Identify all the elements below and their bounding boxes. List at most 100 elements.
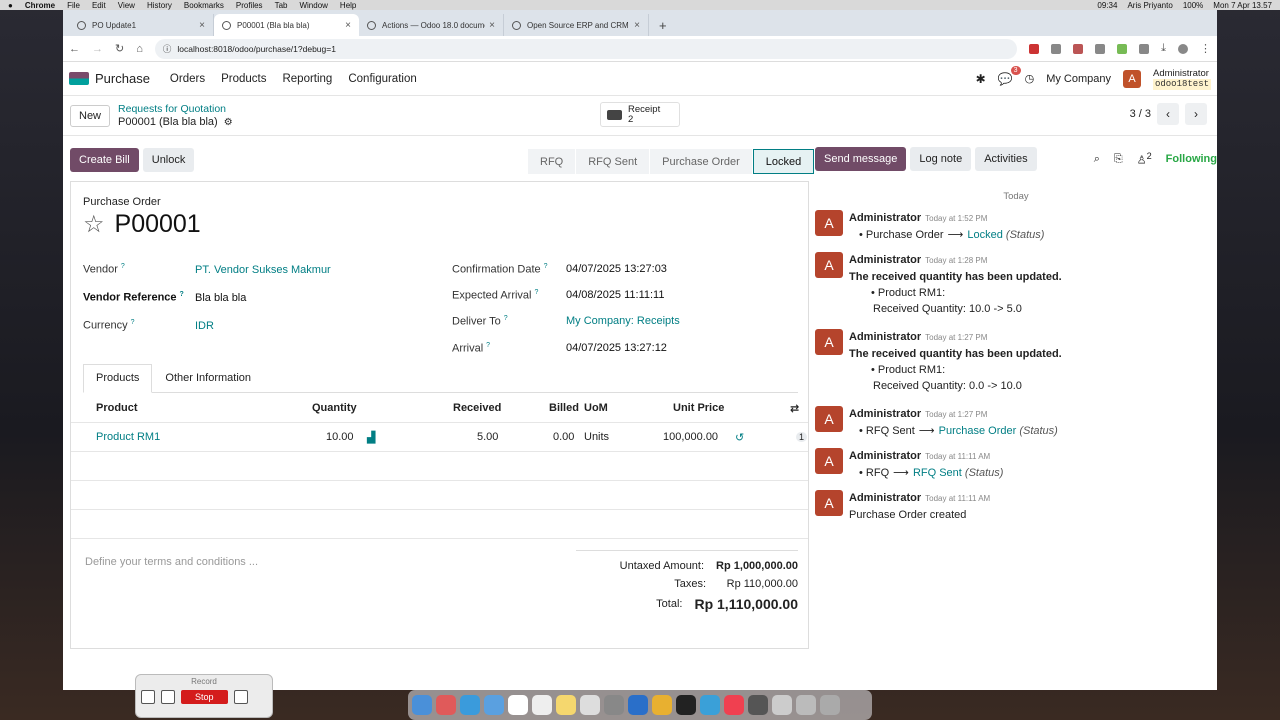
window-icon[interactable]	[161, 690, 175, 704]
forward-icon[interactable]: →	[92, 43, 103, 55]
breadcrumb-parent-link[interactable]: Requests for Quotation	[118, 103, 233, 116]
menu-orders[interactable]: Orders	[170, 73, 205, 85]
message-avatar[interactable]: A	[815, 490, 843, 516]
select-area-icon[interactable]	[141, 690, 155, 704]
pager-prev-icon[interactable]: ‹	[1157, 103, 1179, 125]
app-name[interactable]: Purchase	[95, 71, 150, 86]
unlock-button[interactable]: Unlock	[142, 148, 195, 172]
music-icon[interactable]	[724, 695, 744, 715]
new-button[interactable]: New	[70, 104, 111, 127]
help-icon[interactable]: ?	[534, 289, 538, 296]
notes-icon[interactable]	[556, 695, 576, 715]
line-unit-price[interactable]: 100,000.00	[663, 431, 718, 443]
col-uom[interactable]: UoM	[584, 402, 608, 414]
search-icon[interactable]: ⌕	[1094, 153, 1100, 166]
message-avatar[interactable]: A	[815, 329, 843, 355]
clock-icon[interactable]: ◷	[1025, 72, 1035, 85]
vscode-icon[interactable]	[628, 695, 648, 715]
menu-reporting[interactable]: Reporting	[282, 73, 332, 85]
message-author[interactable]: Administrator	[849, 492, 921, 504]
vendor-field[interactable]: PT. Vendor Sukses Makmur	[195, 264, 331, 276]
tab-products[interactable]: Products	[83, 364, 153, 393]
finder-icon[interactable]	[412, 695, 432, 715]
help-icon[interactable]: ?	[486, 342, 490, 349]
col-unit-price[interactable]: Unit Price	[673, 402, 724, 414]
help-icon[interactable]: ?	[544, 263, 548, 270]
help-icon[interactable]: ?	[131, 319, 135, 326]
reminders-icon[interactable]	[532, 695, 552, 715]
menu-products[interactable]: Products	[221, 73, 266, 85]
extension-icon[interactable]	[1029, 43, 1040, 54]
menu-profiles[interactable]: Profiles	[236, 1, 263, 10]
message-avatar[interactable]: A	[815, 448, 843, 474]
browser-tab[interactable]: PO Update1 ×	[69, 14, 214, 36]
vendor-reference-field[interactable]: Bla bla bla	[195, 292, 246, 304]
puzzle-icon[interactable]	[1139, 43, 1150, 54]
line-quantity[interactable]: 10.00	[326, 431, 354, 443]
optional-columns-icon[interactable]: ⇄	[790, 402, 799, 415]
menubar-user[interactable]: Aris Priyanto	[1127, 1, 1172, 10]
deliver-to-field[interactable]: My Company: Receipts	[566, 315, 680, 327]
currency-field[interactable]: IDR	[195, 320, 214, 332]
close-icon[interactable]: ×	[345, 20, 351, 31]
paperclip-icon[interactable]: ⎘	[1114, 153, 1123, 166]
help-icon[interactable]: ?	[504, 315, 508, 322]
app-icon[interactable]	[748, 695, 768, 715]
line-billed[interactable]: 0.00	[553, 431, 574, 443]
apple-icon[interactable]: ●	[8, 1, 13, 10]
menu-file[interactable]: File	[67, 1, 80, 10]
menu-edit[interactable]: Edit	[92, 1, 106, 10]
status-locked[interactable]: Locked	[752, 149, 815, 174]
receipt-smart-button[interactable]: Receipt 2	[600, 102, 680, 127]
following-button[interactable]: Following	[1166, 153, 1217, 165]
safari-icon[interactable]	[460, 695, 480, 715]
menu-window[interactable]: Window	[299, 1, 327, 10]
message-author[interactable]: Administrator	[849, 408, 921, 420]
site-info-icon[interactable]: ⓘ	[163, 43, 172, 55]
message-author[interactable]: Administrator	[849, 212, 921, 224]
menubar-app[interactable]: Chrome	[25, 1, 55, 10]
pause-icon[interactable]	[233, 690, 248, 704]
activities-button[interactable]: Activities	[975, 147, 1037, 171]
log-note-button[interactable]: Log note	[910, 147, 972, 171]
company-switcher[interactable]: My Company	[1046, 73, 1111, 85]
url-field[interactable]: ⓘ localhost:8018/odoo/purchase/1?debug=1	[154, 38, 1018, 59]
close-icon[interactable]: ×	[489, 20, 495, 31]
message-avatar[interactable]: A	[815, 252, 843, 278]
menu-configuration[interactable]: Configuration	[348, 73, 416, 85]
menu-view[interactable]: View	[118, 1, 135, 10]
browser-tab[interactable]: Open Source ERP and CRM | ×	[504, 14, 649, 36]
messaging-icon[interactable]: 💬 3	[998, 65, 1021, 86]
menu-bookmarks[interactable]: Bookmarks	[184, 1, 224, 10]
launchpad-icon[interactable]	[436, 695, 456, 715]
profile-icon[interactable]	[1178, 43, 1188, 54]
docker-icon[interactable]	[700, 695, 720, 715]
back-icon[interactable]: ←	[69, 43, 80, 55]
message-avatar[interactable]: A	[815, 210, 843, 236]
preview-icon[interactable]	[772, 695, 792, 715]
calendar-icon[interactable]	[508, 695, 528, 715]
menu-history[interactable]: History	[147, 1, 172, 10]
pager-value[interactable]: 3 / 3	[1130, 108, 1151, 120]
pager-next-icon[interactable]: ›	[1185, 103, 1207, 125]
freeform-icon[interactable]	[580, 695, 600, 715]
reload-icon[interactable]: ↻	[115, 42, 124, 55]
user-avatar[interactable]: A	[1122, 69, 1141, 88]
close-icon[interactable]: ×	[199, 20, 205, 31]
stop-button[interactable]: Stop	[181, 690, 228, 704]
user-menu[interactable]: Administrator odoo18test	[1152, 68, 1211, 90]
table-row[interactable]: Product RM1 10.00 ▟ 5.00 0.00 Units 100,…	[71, 423, 808, 452]
extension-icon[interactable]	[1051, 43, 1062, 54]
line-product[interactable]: Product RM1	[96, 431, 160, 443]
download-icon[interactable]: ⤓	[1161, 42, 1166, 55]
history-icon[interactable]: ↺	[735, 431, 744, 444]
message-avatar[interactable]: A	[815, 406, 843, 432]
status-rfq-sent[interactable]: RFQ Sent	[576, 149, 651, 174]
line-received[interactable]: 5.00	[477, 431, 498, 443]
col-received[interactable]: Received	[453, 402, 501, 414]
home-icon[interactable]: ⌂	[136, 43, 143, 55]
status-rfq[interactable]: RFQ	[528, 149, 577, 174]
kebab-menu-icon[interactable]: ⋮	[1200, 42, 1211, 55]
arrival-field[interactable]: 04/07/2025 13:27:12	[566, 342, 667, 354]
browser-tab[interactable]: Actions — Odoo 18.0 documen ×	[359, 14, 504, 36]
